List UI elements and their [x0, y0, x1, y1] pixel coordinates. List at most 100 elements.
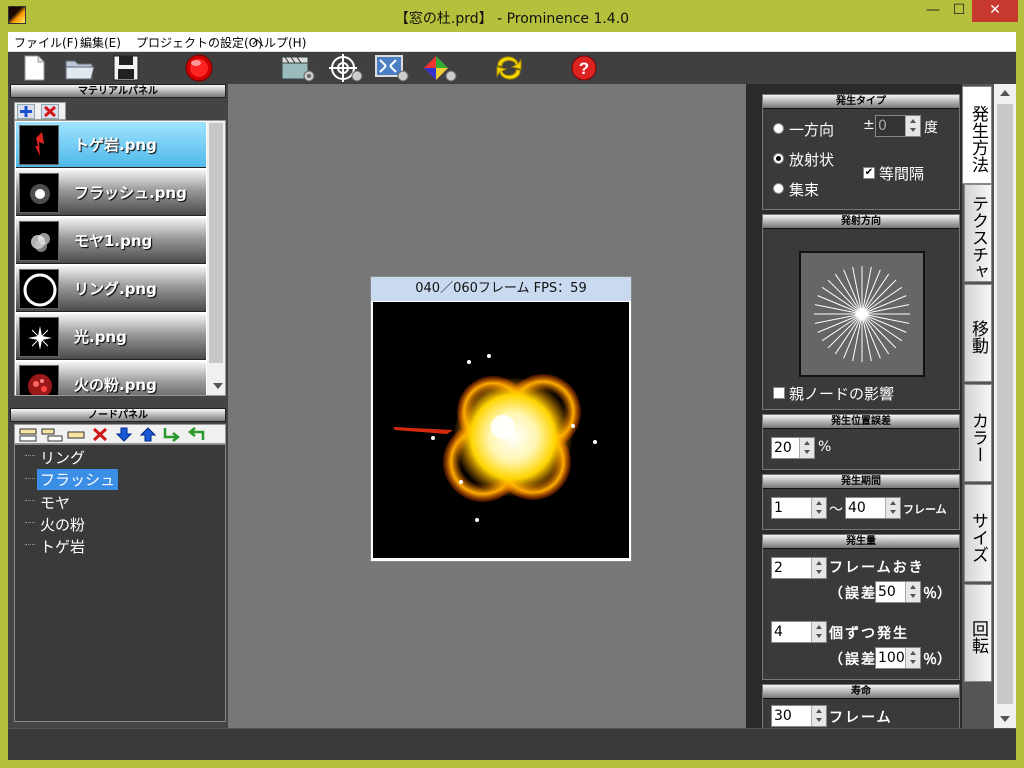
- lifetime-spin-buttons[interactable]: [811, 706, 826, 726]
- minimize-button[interactable]: —: [920, 0, 946, 22]
- save-icon[interactable]: [112, 54, 144, 82]
- period-separator: 〜: [829, 502, 843, 518]
- position-error-spin-buttons[interactable]: [799, 438, 814, 458]
- material-item[interactable]: 火の粉.png: [16, 362, 206, 395]
- count-stepper[interactable]: 4: [771, 621, 827, 643]
- indent-icon[interactable]: [161, 426, 183, 443]
- tree-node[interactable]: フラッシュ: [37, 469, 119, 490]
- delete-material-button[interactable]: [41, 104, 59, 119]
- angle-spin-buttons[interactable]: [905, 116, 920, 136]
- open-folder-icon[interactable]: [64, 54, 96, 82]
- outdent-icon[interactable]: [185, 426, 207, 443]
- material-item[interactable]: 光.png: [16, 314, 206, 360]
- material-item[interactable]: フラッシュ.png: [16, 170, 206, 216]
- preview-window: 040／060フレーム FPS：59: [370, 276, 632, 562]
- radio-converge[interactable]: [773, 183, 784, 194]
- node-panel-title: ノードパネル: [10, 408, 226, 422]
- tab-size[interactable]: サイズ: [964, 484, 992, 582]
- add-node-icon[interactable]: [17, 426, 39, 443]
- menu-bar: ファイル(F) 編集(E) プロジェクトの設定(O) ヘルプ(H): [8, 32, 1016, 52]
- direction-dial[interactable]: [799, 251, 925, 377]
- lifetime-value: 30: [774, 708, 792, 724]
- tree-node[interactable]: モヤ: [37, 492, 73, 513]
- tab-movement[interactable]: 移動: [964, 284, 992, 382]
- radio-radial[interactable]: [773, 153, 784, 164]
- every-frames-value: 2: [774, 560, 783, 576]
- material-scrollbar-thumb[interactable]: [209, 123, 223, 363]
- move-up-icon[interactable]: [137, 426, 159, 443]
- period-from-stepper[interactable]: 1: [771, 497, 827, 519]
- delete-node-icon[interactable]: [89, 426, 111, 443]
- lifetime-stepper[interactable]: 30: [771, 705, 827, 727]
- material-thumbnail: [19, 221, 59, 261]
- screen-settings-icon[interactable]: [374, 54, 410, 82]
- color-settings-icon[interactable]: [422, 54, 458, 82]
- add-sibling-node-icon[interactable]: [65, 426, 87, 443]
- add-material-button[interactable]: [17, 104, 35, 119]
- equal-interval-checkbox[interactable]: ✔: [863, 167, 875, 179]
- properties-scrollbar-thumb[interactable]: [997, 104, 1013, 704]
- record-icon[interactable]: [184, 54, 216, 82]
- material-scrollbar[interactable]: [207, 121, 225, 395]
- every-frames-stepper[interactable]: 2: [771, 557, 827, 579]
- emit-period-group: 発生期間 1 〜 40 フレーム: [762, 474, 960, 530]
- close-button[interactable]: ✕: [972, 0, 1018, 22]
- period-from-spin-buttons[interactable]: [811, 498, 826, 518]
- error2-stepper[interactable]: 100: [875, 647, 921, 669]
- angle-value: 0: [878, 118, 887, 134]
- material-item[interactable]: トゲ岩.png: [16, 122, 206, 168]
- preview-area: 040／060フレーム FPS：59: [228, 84, 746, 728]
- error1-stepper[interactable]: 50: [875, 581, 921, 603]
- direction-ray: [827, 279, 863, 315]
- tree-node[interactable]: リング: [37, 447, 88, 468]
- material-list[interactable]: トゲ岩.png フラッシュ.png モヤ1.png リング.png 光.png: [14, 120, 226, 396]
- count-value: 4: [774, 624, 783, 640]
- tab-texture[interactable]: テクスチャ: [964, 184, 992, 282]
- emit-amount-title: 発生量: [763, 535, 959, 549]
- error1-spin-buttons[interactable]: [905, 582, 920, 602]
- converge-label: 集束: [789, 181, 820, 199]
- angle-stepper[interactable]: 0: [875, 115, 921, 137]
- help-icon[interactable]: ?: [570, 54, 602, 82]
- window-title: 【窓の杜.prd】 - Prominence 1.4.0: [394, 11, 630, 27]
- menu-help[interactable]: ヘルプ(H): [252, 34, 306, 51]
- material-label: 火の粉.png: [74, 376, 157, 394]
- tree-node[interactable]: 火の粉: [37, 514, 88, 535]
- menu-edit[interactable]: 編集(E): [80, 34, 121, 51]
- app-window: 【窓の杜.prd】 - Prominence 1.4.0 — ☐ ✕ ファイル(…: [0, 0, 1024, 768]
- scroll-up-icon[interactable]: [1000, 90, 1010, 96]
- material-item[interactable]: モヤ1.png: [16, 218, 206, 264]
- maximize-button[interactable]: ☐: [946, 0, 972, 22]
- count-spin-buttons[interactable]: [811, 622, 826, 642]
- side-tabs: 発生方法 テクスチャ 移動 カラー サイズ 回転: [962, 84, 994, 728]
- error2-spin-buttons[interactable]: [905, 648, 920, 668]
- material-thumbnail: [19, 317, 59, 357]
- properties-scrollbar[interactable]: [994, 84, 1016, 728]
- add-child-node-icon[interactable]: [41, 426, 63, 443]
- new-file-icon[interactable]: [20, 54, 52, 82]
- tab-rotation[interactable]: 回転: [964, 584, 992, 682]
- refresh-icon[interactable]: [494, 54, 526, 82]
- tab-emit-method[interactable]: 発生方法: [962, 86, 992, 184]
- period-to-stepper[interactable]: 40: [845, 497, 901, 519]
- menu-file[interactable]: ファイル(F): [14, 34, 78, 51]
- position-error-stepper[interactable]: 20: [771, 437, 815, 459]
- every-frames-spin-buttons[interactable]: [811, 558, 826, 578]
- menu-project-settings[interactable]: プロジェクトの設定(O): [136, 34, 263, 51]
- tree-node[interactable]: トゲ岩: [37, 536, 88, 557]
- parent-node-checkbox[interactable]: [773, 387, 785, 399]
- scroll-down-icon[interactable]: [1000, 716, 1010, 722]
- node-tree[interactable]: リング フラッシュ モヤ 火の粉 トゲ岩: [14, 444, 226, 722]
- material-thumbnail: [19, 125, 59, 165]
- direction-ray: [827, 313, 863, 349]
- scroll-down-icon[interactable]: [213, 383, 223, 389]
- move-down-icon[interactable]: [113, 426, 135, 443]
- movie-settings-icon[interactable]: [280, 54, 316, 82]
- radio-one-way[interactable]: [773, 123, 784, 134]
- period-to-spin-buttons[interactable]: [885, 498, 900, 518]
- target-settings-icon[interactable]: [328, 54, 364, 82]
- emit-direction-group: 発射方向 親ノードの影響: [762, 214, 960, 410]
- tab-color[interactable]: カラー: [964, 384, 992, 482]
- material-item[interactable]: リング.png: [16, 266, 206, 312]
- effect-preview-canvas[interactable]: [373, 302, 629, 558]
